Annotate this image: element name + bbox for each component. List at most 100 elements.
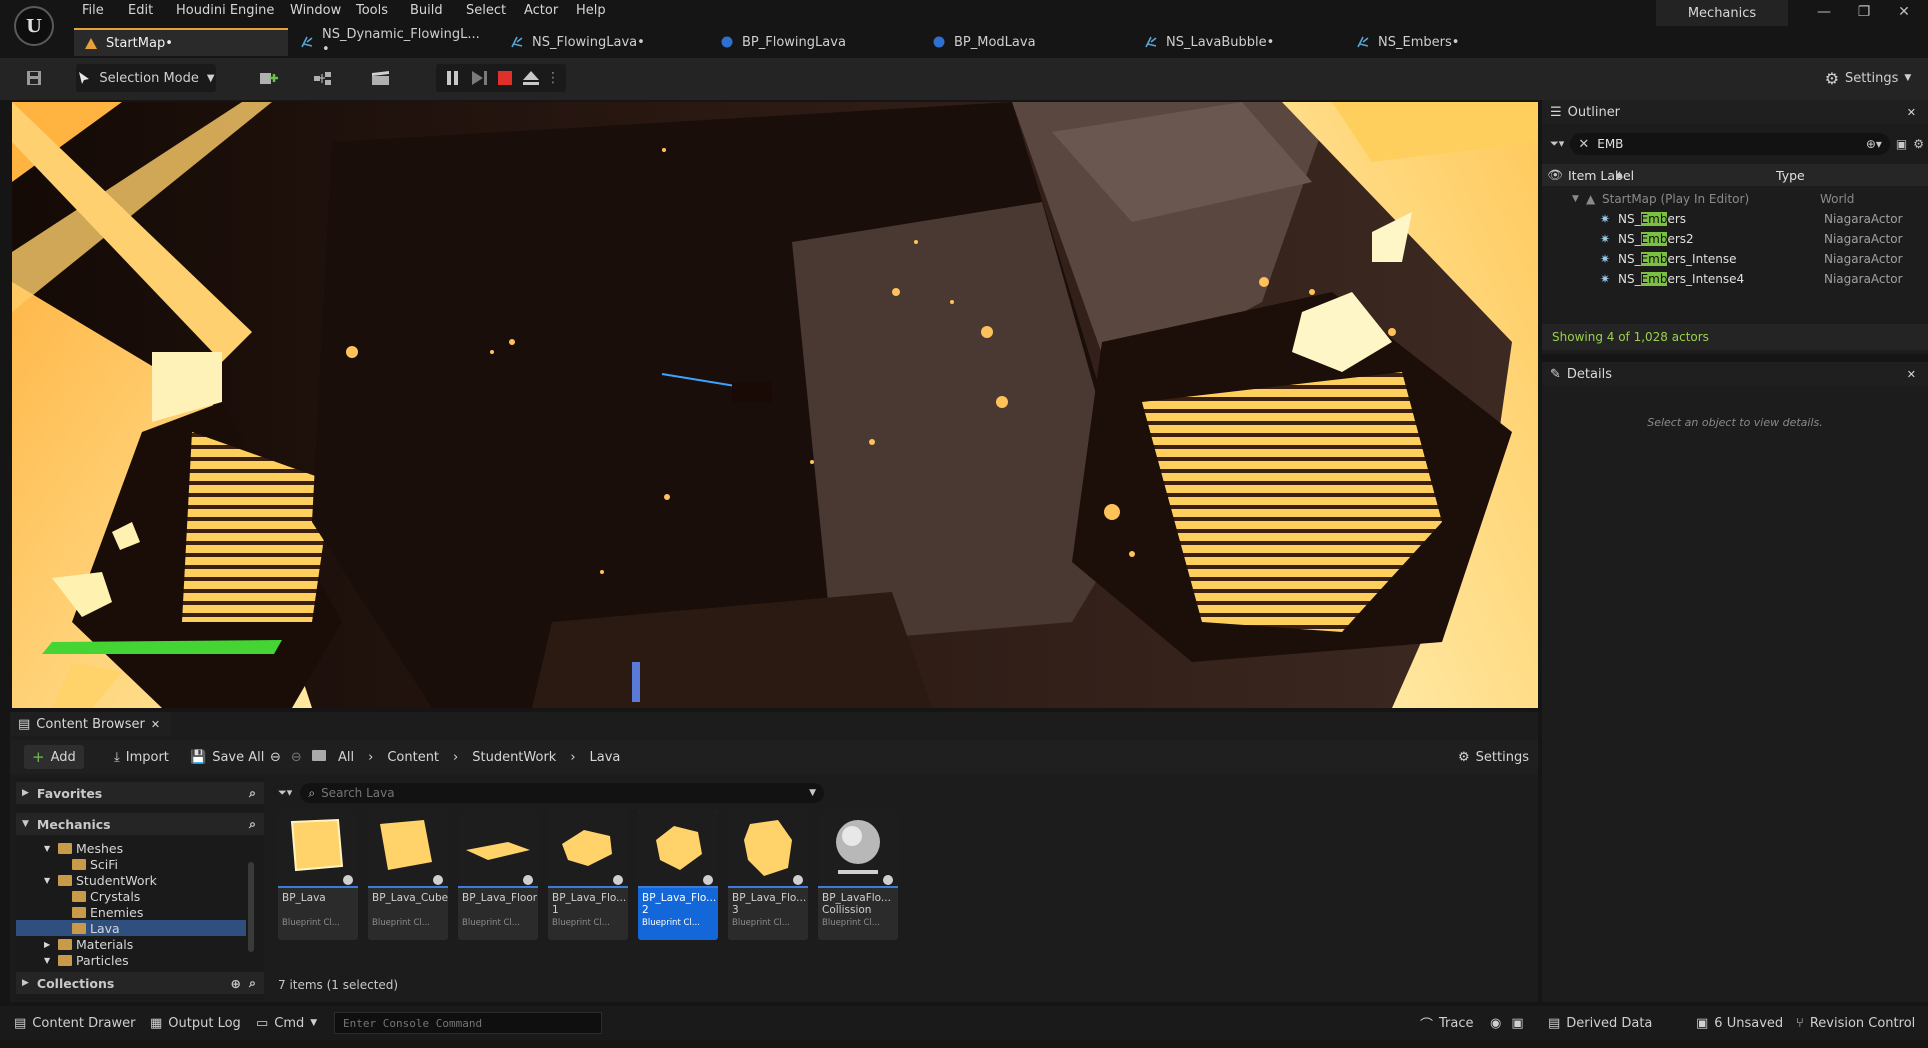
back-icon[interactable]: ⊖ [270, 750, 281, 765]
close-icon[interactable]: ✕ [151, 718, 160, 731]
tree-folder-crystals[interactable]: Crystals [16, 888, 246, 904]
menu-tools[interactable]: Tools [350, 3, 394, 18]
tab-bp-modlava[interactable]: BP_ModLava [922, 28, 1122, 56]
add-folder-icon[interactable]: ▣ [1896, 137, 1907, 151]
add-button[interactable]: + Add [24, 745, 84, 769]
add-actor-button[interactable] [250, 64, 290, 92]
menu-file[interactable]: File [76, 3, 110, 18]
tree-folder-particles[interactable]: ▼ Particles [16, 952, 246, 968]
outliner-row[interactable]: ✷ NS_Embers_Intense4 NiagaraActor [1600, 270, 1926, 288]
pause-icon[interactable] [442, 69, 464, 87]
outliner-search-input[interactable]: EMB [1597, 137, 1858, 151]
selection-mode-dropdown[interactable]: Selection Mode ▼ [76, 64, 216, 92]
menu-houdini-engine[interactable]: Houdini Engine [170, 3, 280, 18]
step-frame-icon[interactable] [468, 69, 490, 87]
close-icon[interactable]: ✕ [1907, 368, 1916, 381]
restore-icon[interactable]: ❐ [1844, 4, 1884, 26]
menu-window[interactable]: Window [284, 3, 347, 18]
menu-help[interactable]: Help [570, 3, 612, 18]
asset-tile[interactable]: BP_Lava_Floor Blueprint Cl... [458, 810, 538, 940]
add-filter-icon[interactable]: ⊕▾ [1866, 137, 1882, 151]
tree-folder-materials[interactable]: ▶ Materials [16, 936, 246, 952]
breadcrumb-all[interactable]: All [338, 750, 354, 765]
col-type[interactable]: Type [1776, 168, 1805, 183]
asset-tile[interactable]: BP_Lava Blueprint Cl... [278, 810, 358, 940]
search-icon[interactable]: ⌕ [249, 785, 256, 801]
unreal-logo-icon[interactable]: U [14, 6, 54, 46]
output-log-button[interactable]: ▦ Output Log [150, 1012, 241, 1034]
eject-icon[interactable] [520, 69, 542, 87]
tree-folder-meshes[interactable]: ▼ Meshes [16, 840, 246, 856]
tree-folder-lava[interactable]: Lava [16, 920, 246, 936]
asset-tile[interactable]: BP_LavaFlo... Collission Blueprint Cl... [818, 810, 898, 940]
menu-actor[interactable]: Actor [518, 3, 564, 18]
asset-tile[interactable]: BP_Lava_Flo... 3 Blueprint Cl... [728, 810, 808, 940]
tab-ns-dynamic-flowing[interactable]: NS_Dynamic_FlowingL... • [290, 27, 490, 57]
tab-bp-flowinglava[interactable]: BP_FlowingLava [710, 28, 910, 56]
asset-tile[interactable]: BP_Lava_Flo... 1 Blueprint Cl... [548, 810, 628, 940]
chevron-down-icon[interactable]: ▼ [1572, 194, 1586, 204]
breadcrumb-studentwork[interactable]: StudentWork [472, 750, 556, 765]
collections-section[interactable]: ▶ Collections ⊕ ⌕ [16, 972, 264, 994]
tree-folder-scifi[interactable]: SciFi [16, 856, 246, 872]
details-tab[interactable]: ✎ Details ✕ [1542, 362, 1928, 386]
unsaved-button[interactable]: ▣ 6 Unsaved [1696, 1012, 1783, 1034]
filter-icon[interactable]: ⏷▾ [1550, 137, 1564, 151]
filter-icon[interactable]: ⏷▾ [278, 786, 292, 800]
derived-data-button[interactable]: ▤ Derived Data [1548, 1012, 1652, 1034]
outliner-row[interactable]: ✷ NS_Embers2 NiagaraActor [1600, 230, 1926, 248]
add-collection-icon[interactable]: ⊕ [231, 976, 241, 991]
folder-icon[interactable] [311, 749, 326, 765]
close-icon[interactable]: ✕ [1907, 106, 1916, 119]
level-viewport[interactable] [12, 102, 1538, 708]
favorites-section[interactable]: ▶ Favorites ⌕ [16, 782, 264, 804]
tab-startmap[interactable]: StartMap• [74, 28, 288, 56]
breadcrumb-content[interactable]: Content [387, 750, 439, 765]
minimize-icon[interactable]: — [1804, 4, 1844, 26]
search-icon[interactable]: ⌕ [249, 816, 256, 832]
close-icon[interactable]: ✕ [1884, 4, 1924, 26]
blueprint-menu-button[interactable] [304, 64, 344, 92]
outliner-tab[interactable]: ☰ Outliner ✕ [1542, 100, 1928, 124]
record-icon[interactable]: ◉ [1490, 1016, 1501, 1031]
breadcrumb-lava[interactable]: Lava [590, 750, 621, 765]
asset-tile[interactable]: BP_Lava_Flo... 2 Blueprint Cl... [638, 810, 718, 940]
outliner-root-row[interactable]: ▼ ▲ StartMap (Play In Editor) World [1572, 190, 1928, 208]
chevron-down-icon[interactable]: ▼ [809, 788, 816, 798]
cmd-dropdown[interactable]: ▭ Cmd ▼ [256, 1012, 317, 1034]
asset-search-box[interactable]: ⌕ ▼ [300, 783, 824, 803]
search-icon[interactable]: ⌕ [249, 975, 256, 991]
mechanics-section[interactable]: ▼ Mechanics ⌕ [16, 813, 264, 835]
content-drawer-button[interactable]: ▤ Content Drawer [14, 1012, 135, 1034]
cinematics-button[interactable] [362, 64, 402, 92]
cb-settings-button[interactable]: ⚙ Settings [1450, 745, 1537, 769]
tree-folder-enemies[interactable]: Enemies [16, 904, 246, 920]
menu-select[interactable]: Select [460, 3, 512, 18]
camera-icon[interactable]: ▣ [1511, 1016, 1523, 1031]
visibility-eye-icon[interactable]: 👁 [1542, 167, 1568, 183]
menu-edit[interactable]: Edit [122, 3, 159, 18]
tab-ns-flowinglava[interactable]: NS_FlowingLava• [500, 28, 700, 56]
toolbar-settings-button[interactable]: ⚙ Settings ▼ [1820, 64, 1916, 92]
gear-icon[interactable]: ⚙ [1913, 137, 1924, 151]
save-all-button[interactable]: 💾 Save All [182, 745, 272, 769]
tree-folder-studentwork[interactable]: ▼ StudentWork [16, 872, 246, 888]
outliner-search-box[interactable]: ✕ EMB ⊕▾ [1570, 133, 1890, 155]
asset-tile[interactable]: BP_Lava_Cube Blueprint Cl... [368, 810, 448, 940]
console-command-input[interactable] [334, 1012, 602, 1034]
stop-icon[interactable] [494, 69, 516, 87]
save-icon[interactable] [22, 64, 46, 92]
menu-build[interactable]: Build [404, 3, 449, 18]
more-options-icon[interactable]: ⋮ [546, 70, 560, 86]
asset-search-input[interactable] [321, 786, 804, 800]
import-button[interactable]: ⤓ Import [106, 745, 177, 769]
tab-ns-lavabubble[interactable]: NS_LavaBubble• [1134, 28, 1334, 56]
clear-search-icon[interactable]: ✕ [1578, 137, 1589, 152]
revision-control-button[interactable]: ⑂ Revision Control [1796, 1012, 1915, 1034]
outliner-row[interactable]: ✷ NS_Embers_Intense NiagaraActor [1600, 250, 1926, 268]
forward-icon[interactable]: ⊖ [291, 750, 302, 765]
tree-scrollbar[interactable] [248, 862, 254, 952]
content-browser-tab[interactable]: ▤ Content Browser ✕ [10, 712, 170, 736]
outliner-row[interactable]: ✷ NS_Embers NiagaraActor [1600, 210, 1926, 228]
trace-button[interactable]: ⌒ Trace [1420, 1012, 1474, 1034]
